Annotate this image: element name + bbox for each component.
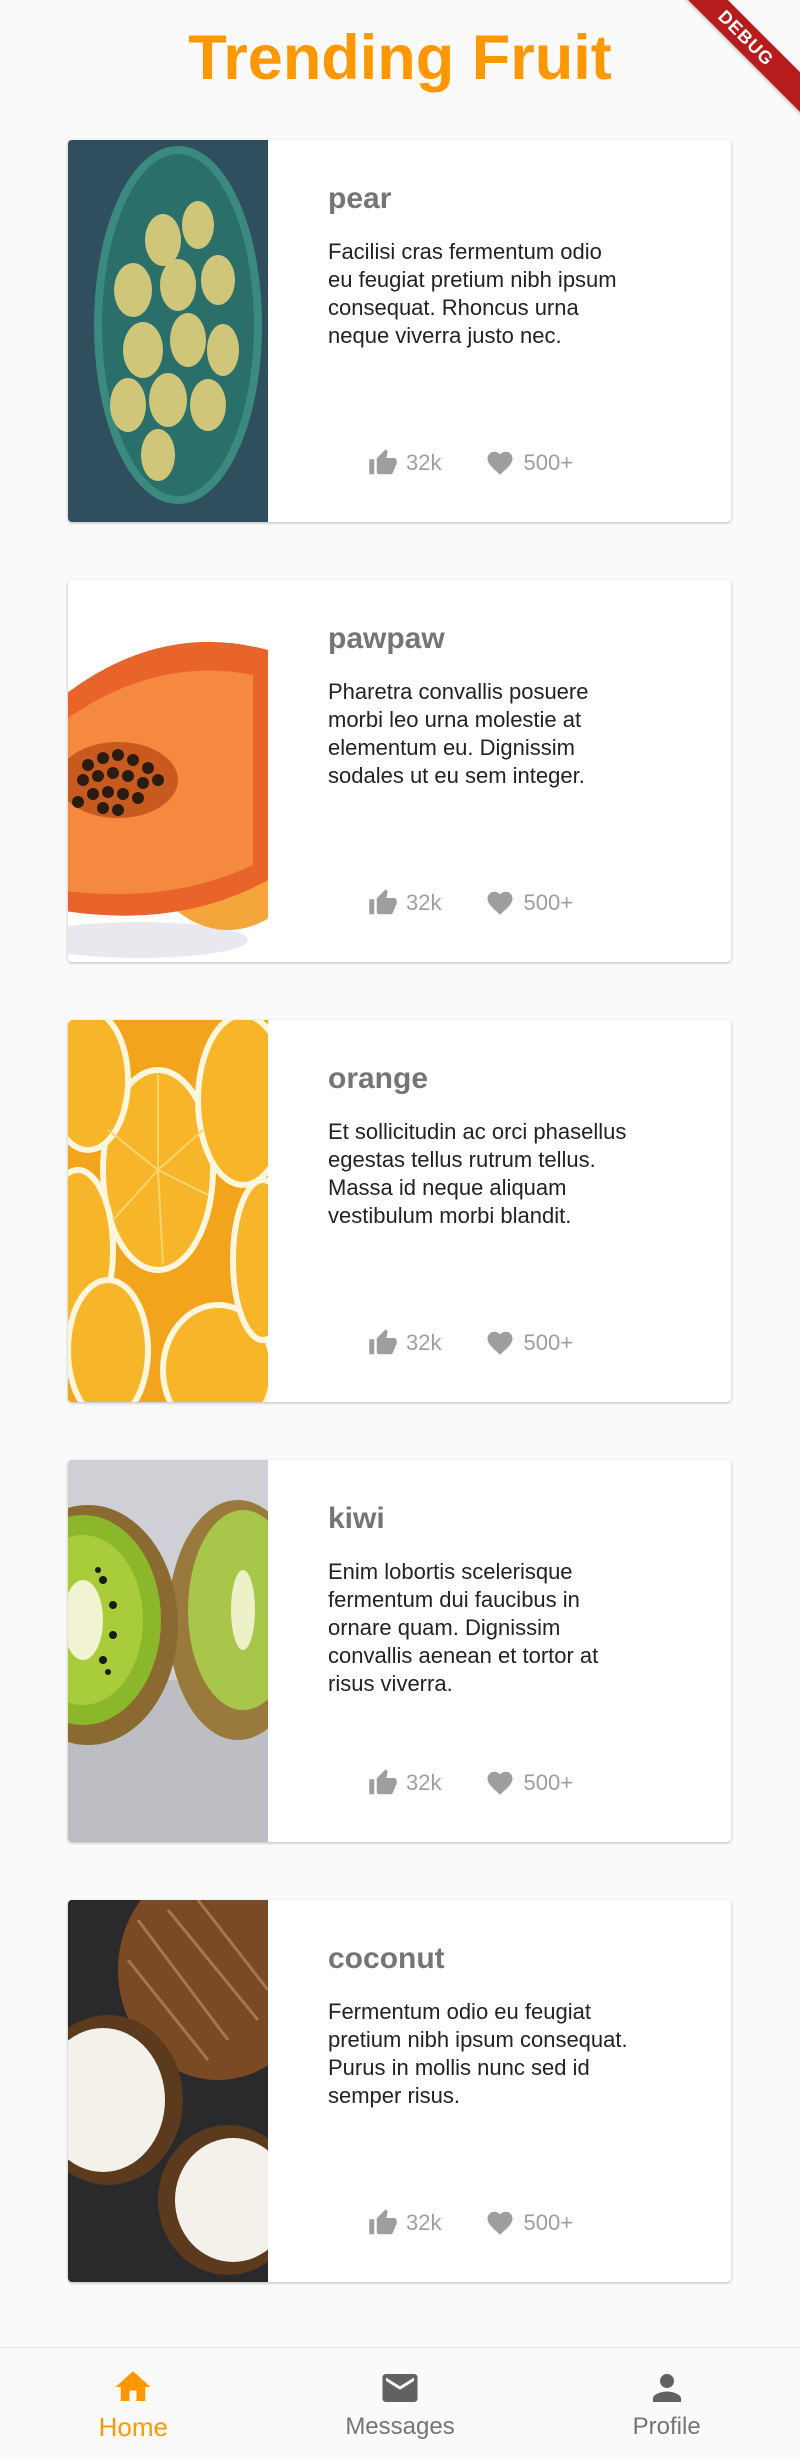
card-title: orange [328,1062,429,1095]
nav-label-home: Home [98,2411,169,2442]
heart-icon [487,2211,513,2235]
favorite-stat[interactable]: 500+ [485,1768,573,1798]
card-title: coconut [328,1942,445,1975]
mail-icon [382,2374,418,2402]
card-description: Fermentum odio eu feugiat pretium nibh i… [328,1999,628,2108]
heart-icon [487,1331,513,1355]
like-count: 32k [406,1770,442,1795]
like-count: 32k [406,1330,442,1355]
like-stat[interactable]: 32k [368,448,441,478]
bottom-navigation: Home Messages Profile [0,2347,800,2460]
papaya-image [68,580,268,962]
fruit-card-orange[interactable]: orange Et sollicitudin ac orci phasellus… [68,1020,731,1402]
home-icon [115,2370,151,2401]
heart-icon [487,1771,513,1795]
favorite-stat[interactable]: 500+ [485,448,573,478]
card-title: pear [328,182,392,215]
like-stat[interactable]: 32k [368,2208,441,2238]
coconut-image [68,1900,268,2282]
like-count: 32k [406,2210,442,2235]
favorite-count: 500+ [523,1330,574,1355]
card-stats: 32k 500+ [368,448,573,478]
card-title: pawpaw [328,622,445,655]
orange-image [68,1020,268,1402]
card-stats: 32k 500+ [368,2208,573,2238]
heart-icon [487,451,513,475]
pear-image [68,140,268,522]
nav-label-profile: Profile [632,2413,701,2440]
fruit-card-pawpaw[interactable]: pawpaw Pharetra convallis posuere morbi … [68,580,731,962]
favorite-count: 500+ [523,2210,574,2235]
card-description: Et sollicitudin ac orci phasellus egesta… [328,1119,627,1228]
fruit-card-coconut[interactable]: coconut Fermentum odio eu feugiat pretiu… [68,1900,731,2282]
thumb-up-icon [369,889,397,915]
nav-item-home[interactable]: Home [0,2348,267,2460]
fruit-card-pear[interactable]: pear Facilisi cras fermentum odio eu feu… [68,140,731,522]
favorite-count: 500+ [523,1770,574,1795]
thumb-up-icon [369,449,397,475]
card-stats: 32k 500+ [368,1328,573,1358]
nav-label-messages: Messages [345,2413,455,2440]
thumb-up-icon [369,2209,397,2235]
page-title: Trending Fruit [188,23,612,93]
card-description: Facilisi cras fermentum odio eu feugiat … [328,239,617,348]
like-count: 32k [406,450,442,475]
like-stat[interactable]: 32k [368,888,441,918]
card-stats: 32k 500+ [368,1768,573,1798]
thumb-up-icon [369,1329,397,1355]
like-count: 32k [406,890,442,915]
favorite-count: 500+ [523,450,574,475]
like-stat[interactable]: 32k [368,1328,441,1358]
nav-item-profile[interactable]: Profile [533,2348,800,2460]
card-title: kiwi [328,1502,385,1535]
card-stats: 32k 500+ [368,888,573,918]
favorite-stat[interactable]: 500+ [485,1328,573,1358]
nav-item-messages[interactable]: Messages [267,2348,534,2460]
favorite-count: 500+ [523,890,574,915]
favorite-stat[interactable]: 500+ [485,2208,573,2238]
like-stat[interactable]: 32k [368,1768,441,1798]
fruit-card-kiwi[interactable]: kiwi Enim lobortis scelerisque fermentum… [68,1460,731,1842]
card-description: Enim lobortis scelerisque fermentum dui … [328,1559,599,1696]
heart-icon [487,891,513,915]
kiwi-image [68,1460,268,1842]
thumb-up-icon [369,1769,397,1795]
person-icon [652,2374,681,2402]
favorite-stat[interactable]: 500+ [485,888,573,918]
card-description: Pharetra convallis posuere morbi leo urn… [328,679,589,788]
